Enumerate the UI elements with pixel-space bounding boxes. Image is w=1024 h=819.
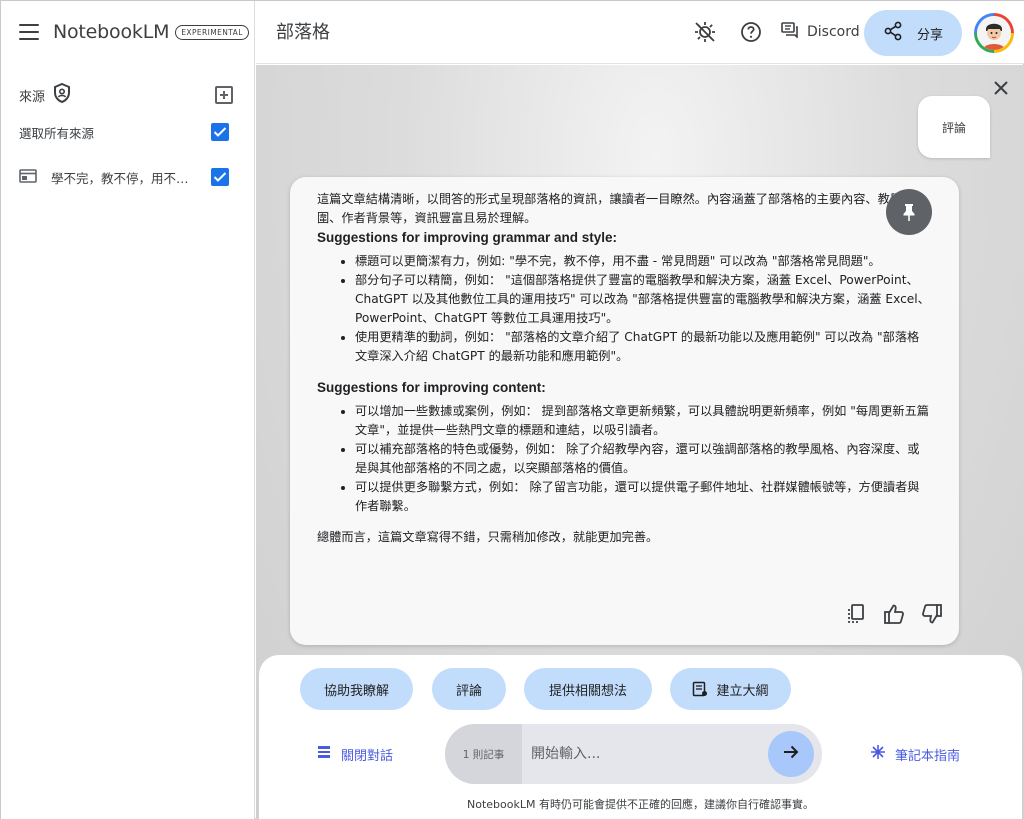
chip-label: 提供相關想法 (548, 683, 627, 699)
send-button[interactable] (768, 731, 814, 777)
select-all-checkbox[interactable] (211, 123, 229, 141)
response-card: 這篇文章結構清晰，以問答的形式呈現部落格的資訊，讓讀者一目瞭然。內容涵蓋了部落格… (290, 177, 959, 645)
outline-doc-icon (692, 681, 708, 697)
sources-header: 來源 (19, 82, 233, 107)
close-chat-button[interactable]: 關閉對話 (317, 743, 393, 765)
web-source-icon (19, 168, 37, 186)
chip-create-outline[interactable]: 建立大綱 (670, 668, 791, 710)
help-icon[interactable] (739, 20, 763, 44)
disclaimer-text: NotebookLM 有時仍可能會提供不正確的回應，建議你自行確認事實。 (467, 798, 814, 811)
response-intro: 這篇文章結構清晰，以問答的形式呈現部落格的資訊，讓讀者一目瞭然。內容涵蓋了部落格… (317, 192, 915, 225)
notebook-title[interactable]: 部落格 (276, 18, 330, 44)
source-item-label: 學不完，教不停，用不盡 - 常見問題 (51, 170, 199, 186)
select-all-label: 選取所有來源 (19, 125, 95, 141)
arrow-right-icon (782, 743, 800, 765)
section-heading-content: Suggestions for improving content: (317, 380, 546, 395)
discord-link[interactable]: Discord (781, 21, 860, 43)
discord-icon (781, 22, 799, 42)
grammar-suggestions-list: 標題可以更簡潔有力，例如: "學不完，教不停，用不盡 - 常見問題" 可以改為 … (317, 252, 931, 366)
chip-related-ideas[interactable]: 提供相關想法 (524, 668, 652, 710)
content-suggestions-list: 可以增加一些數據或案例，例如： 提到部落格文章更新頻繁，可以具體說明更新頻率，例… (317, 402, 931, 516)
list-item: 可以補充部落格的特色或優勢，例如： 除了介紹教學內容，還可以強調部落格的教學風格… (355, 440, 931, 478)
experimental-badge: EXPERIMENTAL (175, 24, 249, 40)
response-text: 這篇文章結構清晰，以問答的形式呈現部落格的資訊，讓讀者一目瞭然。內容涵蓋了部落格… (317, 190, 931, 547)
sparkle-icon (871, 745, 885, 763)
add-source-icon[interactable] (215, 86, 233, 104)
avatar-image (977, 16, 1011, 50)
notebook-guide-label: 筆記本指南 (895, 748, 961, 764)
brightness-icon[interactable] (693, 20, 717, 44)
brand: NotebookLM EXPERIMENTAL (19, 17, 249, 47)
sources-title: 來源 (19, 89, 46, 105)
response-actions (830, 602, 944, 626)
source-item[interactable]: 學不完，教不停，用不盡 - 常見問題 (19, 166, 229, 188)
close-chat-label: 關閉對話 (341, 748, 394, 764)
list-item: 使用更精準的動詞，例如： "部落格的文章介紹了 ChatGPT 的最新功能以及應… (355, 328, 931, 366)
select-all-row[interactable]: 選取所有來源 (19, 121, 229, 143)
notebook-guide-button[interactable]: 筆記本指南 (871, 743, 960, 765)
close-icon[interactable] (992, 79, 1010, 97)
discord-label: Discord (807, 24, 860, 40)
list-item: 可以提供更多聯繫方式，例如： 除了留言功能，還可以提供電子郵件地址、社群媒體帳號… (355, 478, 931, 516)
list-item: 部分句子可以精簡，例如： "這個部落格提供了豐富的電腦教學和解決方案，涵蓋 Ex… (355, 271, 931, 328)
chip-help-understand[interactable]: 協助我瞭解 (300, 668, 413, 710)
thumbs-up-icon[interactable] (882, 602, 906, 626)
share-button[interactable]: 分享 (864, 10, 962, 56)
sources-sidebar: NotebookLM EXPERIMENTAL 來源 選取所有來源 學不完，教不… (1, 1, 255, 819)
chat-panel: 評論 這篇文章結構清晰，以問答的形式呈現部落格的資訊，讓讀者一目瞭然。內容涵蓋了… (256, 65, 1024, 819)
user-message-bubble: 評論 (918, 96, 990, 158)
pin-icon[interactable] (886, 189, 932, 235)
chip-label: 協助我瞭解 (323, 683, 389, 699)
close-chat-icon (317, 745, 331, 763)
chat-input-container: 1 則記事 (445, 724, 822, 784)
shield-icon[interactable] (53, 82, 71, 107)
chat-composer: 協助我瞭解 評論 提供相關想法 建立大綱 關閉對話 1 則記事 開始輸入... … (259, 655, 1022, 819)
menu-icon[interactable] (19, 24, 39, 40)
thumbs-down-icon[interactable] (920, 602, 944, 626)
response-conclusion: 總體而言，這篇文章寫得不錯，只需稍加修改，就能更加完善。 (317, 530, 659, 544)
chip-critique[interactable]: 評論 (432, 668, 506, 710)
sources-title-group: 來源 (19, 82, 71, 107)
avatar[interactable] (974, 13, 1014, 53)
notes-count[interactable]: 1 則記事 (445, 724, 522, 784)
copy-icon[interactable] (844, 602, 868, 626)
section-heading-grammar: Suggestions for improving grammar and st… (317, 230, 618, 245)
top-header: 部落格 Discord 分享 (256, 1, 1024, 64)
share-label: 分享 (916, 27, 943, 43)
chat-input[interactable] (522, 724, 762, 784)
list-item: 可以增加一些數據或案例，例如： 提到部落格文章更新頻繁，可以具體說明更新頻率，例… (355, 402, 931, 440)
app-name: NotebookLM (53, 21, 170, 43)
chip-label: 建立大綱 (716, 683, 769, 699)
source-item-content: 學不完，教不停，用不盡 - 常見問題 (19, 168, 199, 187)
app-frame: NotebookLM EXPERIMENTAL 來源 選取所有來源 學不完，教不… (0, 0, 1024, 819)
share-icon (883, 21, 903, 45)
chip-label: 評論 (455, 683, 482, 699)
source-checkbox[interactable] (211, 168, 229, 186)
list-item: 標題可以更簡潔有力，例如: "學不完，教不停，用不盡 - 常見問題" 可以改為 … (355, 252, 931, 271)
